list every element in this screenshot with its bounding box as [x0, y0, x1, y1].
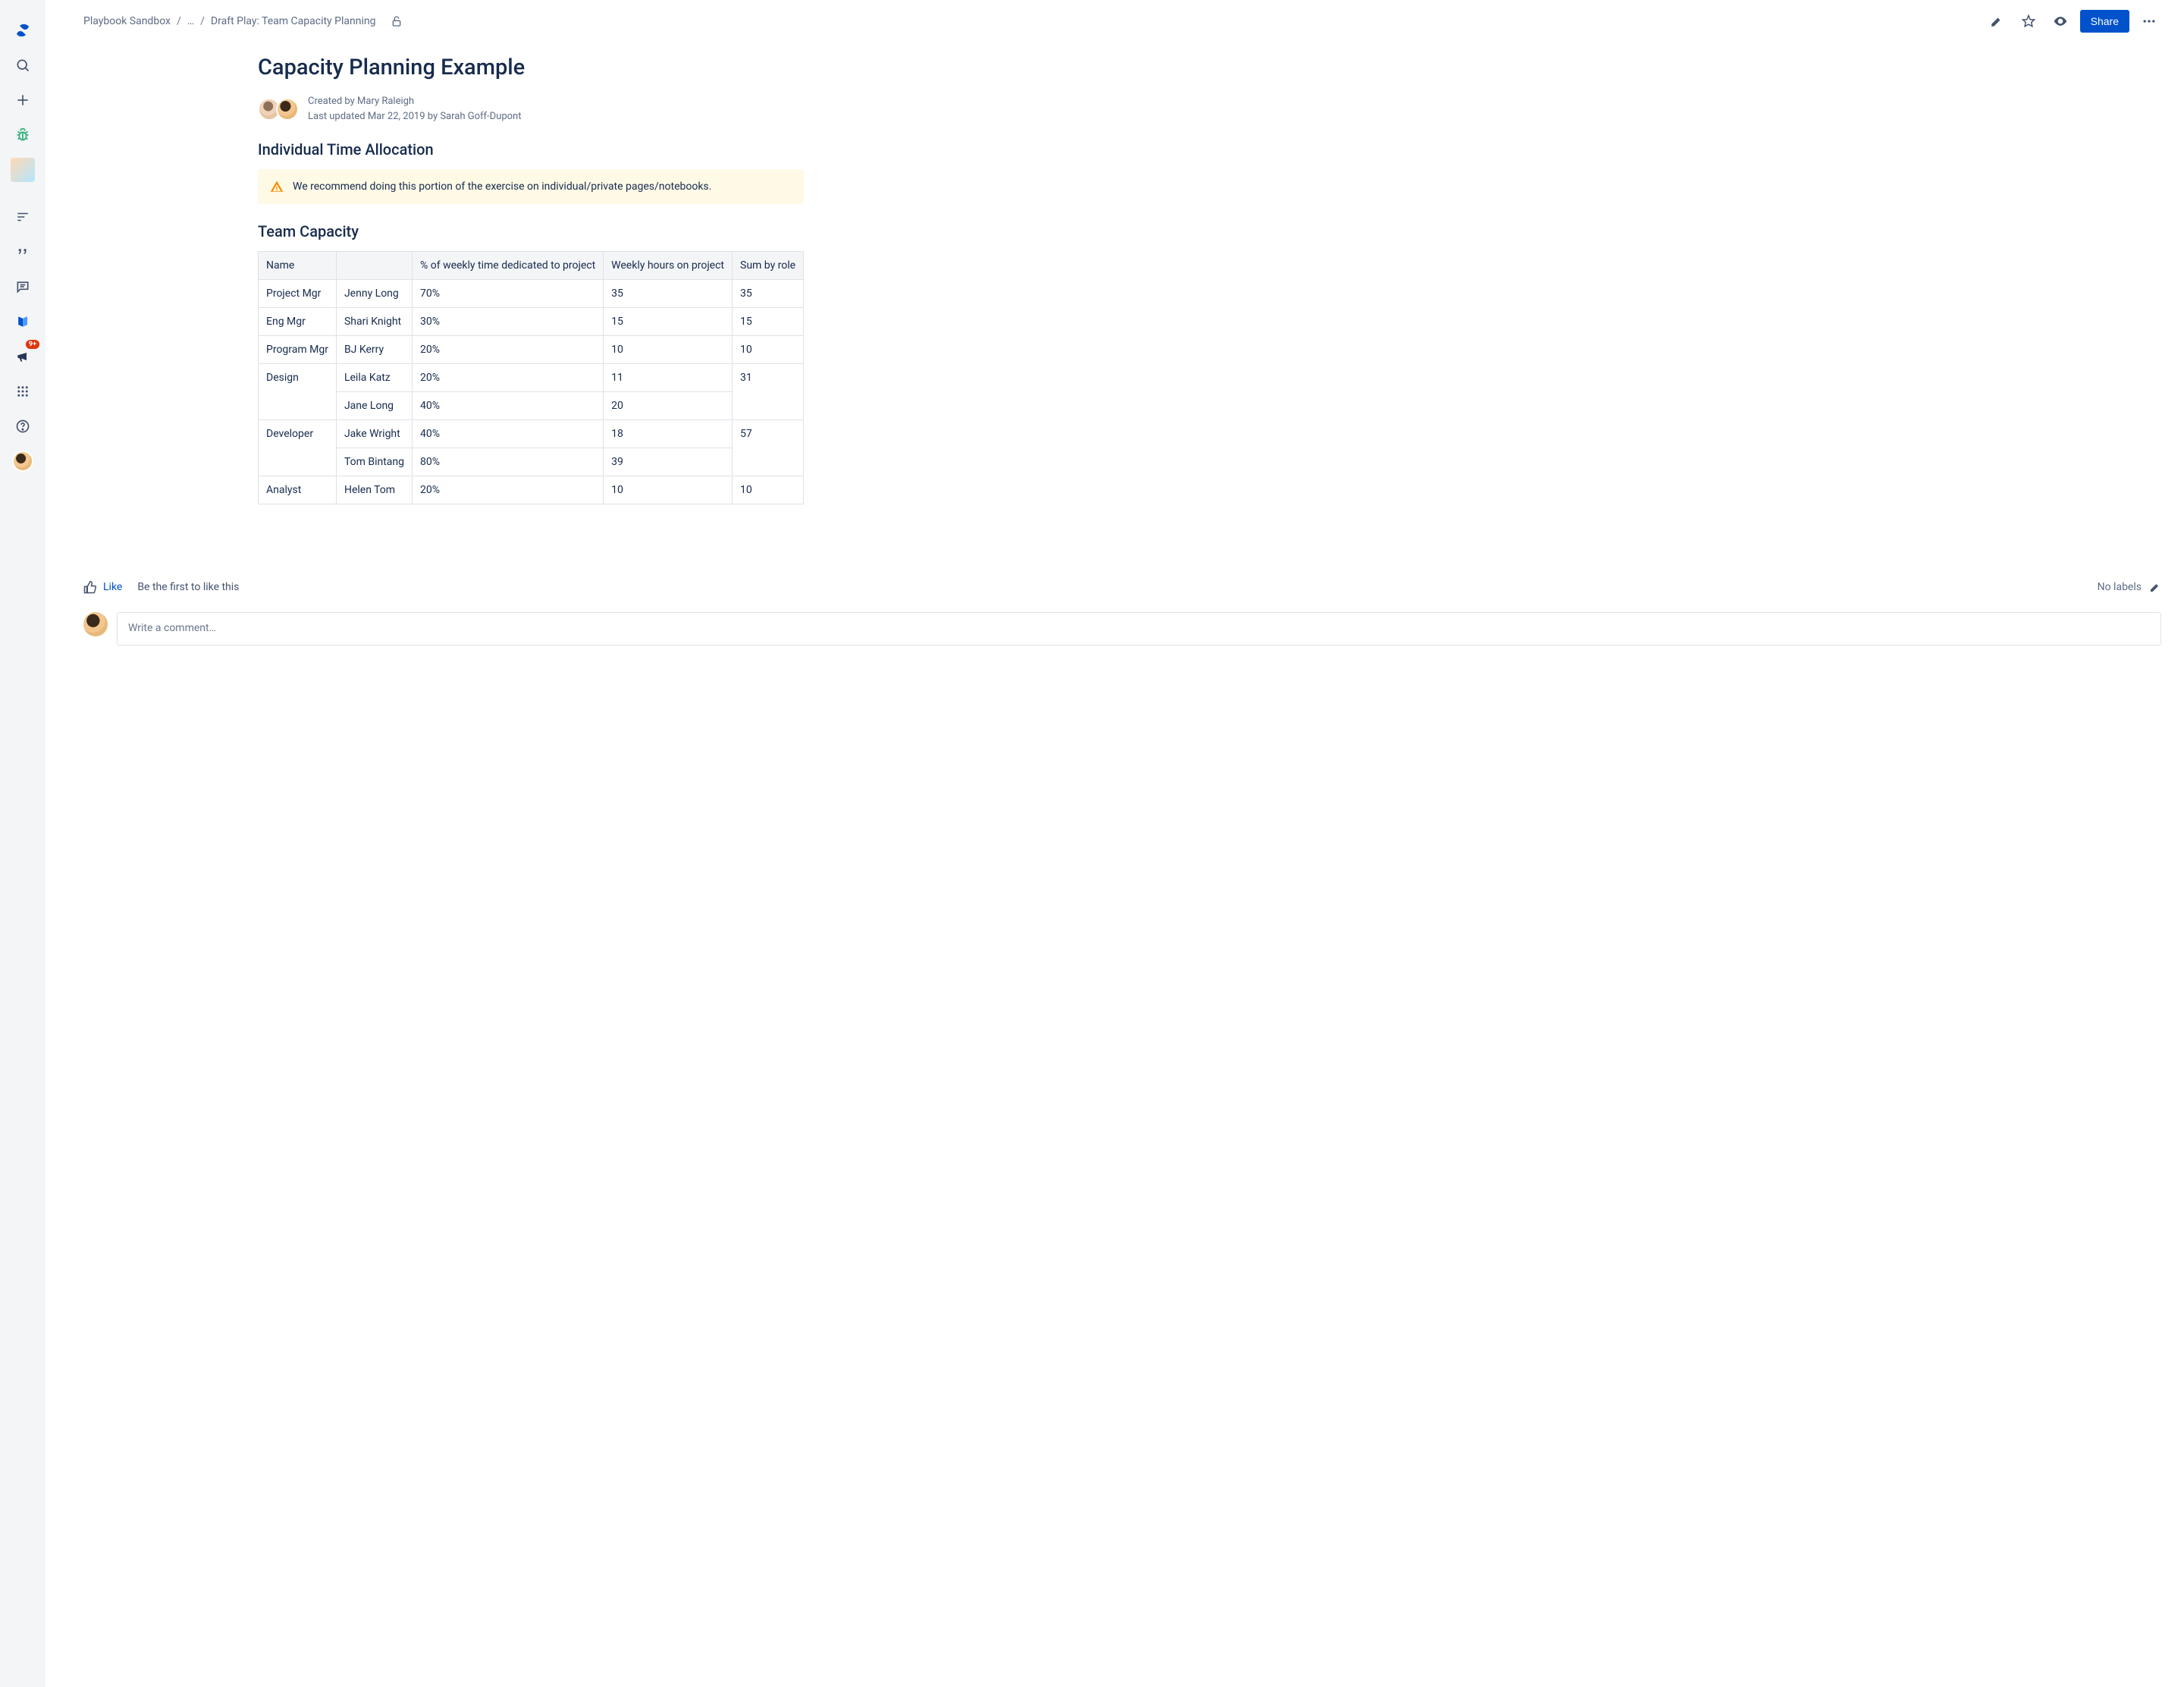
cell-pct: 20%	[413, 364, 604, 392]
updated-text: Last updated Mar 22, 2019 by Sarah Goff-…	[308, 109, 521, 124]
cell-role: Developer	[259, 420, 337, 476]
cell-pct: 70%	[413, 280, 604, 308]
table-row: Project MgrJenny Long70%3535	[259, 280, 804, 308]
cell-pct: 40%	[413, 392, 604, 420]
no-labels-text: No labels	[2098, 581, 2142, 593]
table-row: DesignLeila Katz20%1131	[259, 364, 804, 392]
help-icon[interactable]	[8, 411, 38, 441]
cell-hours: 39	[604, 448, 733, 476]
cell-sum: 15	[733, 308, 804, 336]
cell-sum: 10	[733, 336, 804, 364]
like-hint: Be the first to like this	[137, 581, 239, 593]
cell-person: Jane Long	[336, 392, 412, 420]
table-header: Sum by role	[733, 252, 804, 280]
warning-icon	[270, 180, 284, 193]
warning-panel: We recommend doing this portion of the e…	[258, 169, 804, 204]
edit-icon[interactable]	[1985, 9, 2009, 33]
breadcrumb-ellipsis[interactable]: …	[187, 15, 194, 27]
created-by-text: Created by Mary Raleigh	[308, 94, 521, 109]
cell-person: Tom Bintang	[336, 448, 412, 476]
current-user-avatar	[83, 612, 108, 636]
table-row: Tom Bintang80%39	[259, 448, 804, 476]
cell-pct: 80%	[413, 448, 604, 476]
cell-pct: 20%	[413, 336, 604, 364]
cell-person: BJ Kerry	[336, 336, 412, 364]
byline: Created by Mary Raleigh Last updated Mar…	[258, 94, 804, 124]
cell-role: Eng Mgr	[259, 308, 337, 336]
capacity-table: Name % of weekly time dedicated to proje…	[258, 251, 804, 504]
table-row: DeveloperJake Wright40%1857	[259, 420, 804, 448]
table-row: Eng MgrShari Knight30%1515	[259, 308, 804, 336]
bug-icon[interactable]	[8, 120, 38, 150]
app-logo-icon[interactable]	[8, 15, 38, 46]
cell-hours: 11	[604, 364, 733, 392]
table-header: Name	[259, 252, 337, 280]
cell-role: Project Mgr	[259, 280, 337, 308]
breadcrumb-current[interactable]: Draft Play: Team Capacity Planning	[211, 15, 376, 27]
avatar[interactable]	[276, 98, 299, 121]
create-icon[interactable]	[8, 85, 38, 115]
cell-role: Design	[259, 364, 337, 420]
table-header: Weekly hours on project	[604, 252, 733, 280]
profile-avatar[interactable]	[8, 446, 38, 476]
notification-badge: 9+	[26, 340, 39, 349]
watch-icon[interactable]	[2048, 9, 2073, 33]
cell-person: Helen Tom	[336, 476, 412, 504]
cell-sum: 31	[733, 364, 804, 420]
like-icon[interactable]	[83, 580, 97, 594]
author-avatars	[258, 98, 299, 121]
filter-icon[interactable]	[8, 202, 38, 232]
chat-icon[interactable]	[8, 272, 38, 302]
search-icon[interactable]	[8, 50, 38, 80]
edit-labels-icon[interactable]	[2149, 581, 2161, 593]
table-row: Jane Long40%20	[259, 392, 804, 420]
quote-icon[interactable]	[8, 237, 38, 267]
cell-hours: 10	[604, 476, 733, 504]
book-icon[interactable]	[8, 306, 38, 337]
cell-person: Jake Wright	[336, 420, 412, 448]
star-icon[interactable]	[2016, 9, 2041, 33]
cell-pct: 20%	[413, 476, 604, 504]
cell-pct: 40%	[413, 420, 604, 448]
warning-text: We recommend doing this portion of the e…	[293, 181, 711, 193]
share-button[interactable]: Share	[2080, 10, 2129, 33]
section-heading-team: Team Capacity	[258, 222, 804, 240]
cell-hours: 20	[604, 392, 733, 420]
table-header	[336, 252, 412, 280]
announcement-icon[interactable]: 9+	[8, 341, 38, 372]
cell-sum: 57	[733, 420, 804, 476]
apps-icon[interactable]	[8, 376, 38, 407]
cell-role: Analyst	[259, 476, 337, 504]
cell-person: Shari Knight	[336, 308, 412, 336]
left-navigation: 9+	[0, 0, 46, 1687]
breadcrumb: Playbook Sandbox / … / Draft Play: Team …	[83, 15, 403, 27]
table-row: AnalystHelen Tom20%1010	[259, 476, 804, 504]
cell-person: Jenny Long	[336, 280, 412, 308]
table-header: % of weekly time dedicated to project	[413, 252, 604, 280]
table-row: Program MgrBJ Kerry20%1010	[259, 336, 804, 364]
cell-sum: 35	[733, 280, 804, 308]
more-icon[interactable]	[2137, 9, 2161, 33]
cell-pct: 30%	[413, 308, 604, 336]
page-title: Capacity Planning Example	[258, 55, 804, 80]
cell-hours: 18	[604, 420, 733, 448]
cell-hours: 10	[604, 336, 733, 364]
unlocked-icon[interactable]	[391, 15, 403, 27]
cell-hours: 15	[604, 308, 733, 336]
breadcrumb-root[interactable]: Playbook Sandbox	[83, 15, 171, 27]
comment-placeholder: Write a comment…	[128, 622, 216, 634]
cell-sum: 10	[733, 476, 804, 504]
cell-hours: 35	[604, 280, 733, 308]
like-button[interactable]: Like	[103, 581, 122, 593]
space-thumbnail[interactable]	[8, 155, 38, 185]
section-heading-individual: Individual Time Allocation	[258, 140, 804, 159]
comment-input[interactable]: Write a comment…	[117, 612, 2161, 646]
cell-role: Program Mgr	[259, 336, 337, 364]
topbar: Playbook Sandbox / … / Draft Play: Team …	[46, 0, 2184, 42]
cell-person: Leila Katz	[336, 364, 412, 392]
